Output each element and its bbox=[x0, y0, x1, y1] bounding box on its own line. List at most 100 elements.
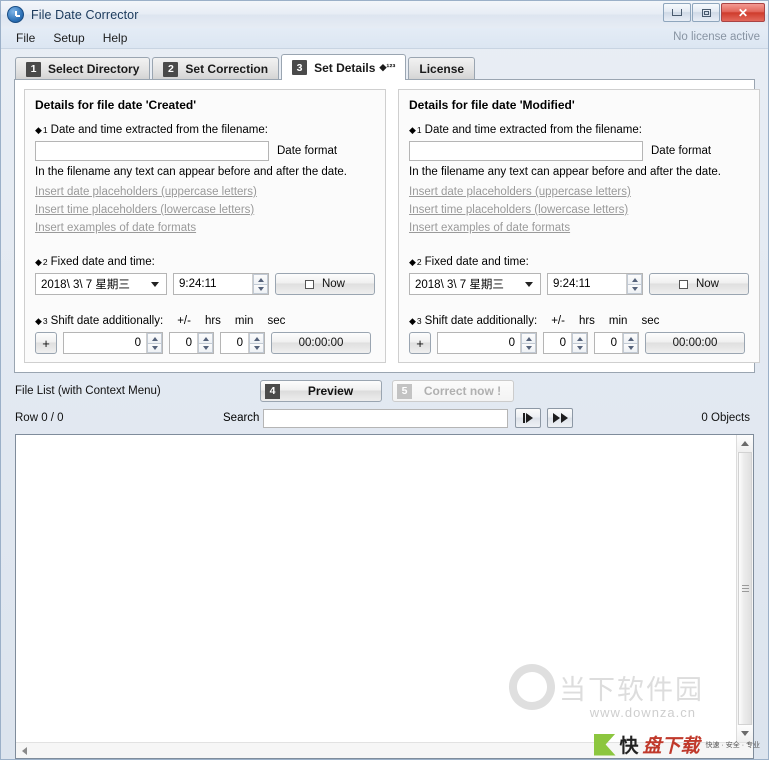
link-insert-date-format-examples-modified[interactable]: Insert examples of date formats bbox=[409, 222, 570, 234]
correct-now-button-label: Correct now ! bbox=[423, 384, 502, 398]
filename-pattern-input-modified[interactable] bbox=[409, 141, 643, 161]
panel-modified: Details for file date 'Modified' ◆ 1 Dat… bbox=[398, 89, 760, 363]
link-insert-time-placeholders-created[interactable]: Insert time placeholders (lowercase lett… bbox=[35, 204, 254, 216]
shift-minutes-spinner[interactable] bbox=[197, 333, 213, 353]
tab-set-details[interactable]: 3 Set Details ◆¹²³ bbox=[281, 54, 407, 80]
now-button-modified[interactable]: Now bbox=[649, 273, 749, 295]
caret-left-icon bbox=[22, 746, 27, 755]
shift-seconds-spinner[interactable] bbox=[248, 333, 264, 353]
time-picker-modified[interactable]: 9:24:11 bbox=[547, 273, 643, 295]
menu-item-help[interactable]: Help bbox=[94, 29, 137, 47]
time-spinner-created[interactable] bbox=[252, 274, 268, 294]
spinner-up-button[interactable] bbox=[627, 274, 642, 284]
shift-seconds-stepper-modified[interactable]: 0 bbox=[594, 332, 639, 354]
caret-down-icon bbox=[151, 346, 158, 350]
spinner-up-button[interactable] bbox=[198, 333, 213, 343]
section-fixed-datetime-label-created: ◆ 2 Fixed date and time: bbox=[35, 256, 375, 268]
spinner-up-button[interactable] bbox=[147, 333, 162, 343]
horizontal-scrollbar[interactable] bbox=[16, 742, 753, 758]
close-button[interactable]: ✕ bbox=[721, 3, 765, 22]
spinner-down-button[interactable] bbox=[623, 343, 638, 353]
link-insert-date-placeholders-created[interactable]: Insert date placeholders (uppercase lett… bbox=[35, 186, 257, 198]
file-list-canvas[interactable]: 当下软件园 www.downza.cn bbox=[16, 435, 736, 742]
diamond-icon: ◆ bbox=[409, 125, 416, 135]
shift-minutes-stepper-modified[interactable]: 0 bbox=[543, 332, 588, 354]
shift-unit-sign: +/- bbox=[551, 315, 565, 327]
link-insert-date-format-examples-created[interactable]: Insert examples of date formats bbox=[35, 222, 196, 234]
triangle-right-icon bbox=[552, 413, 560, 423]
maximize-button[interactable] bbox=[692, 3, 720, 22]
preview-button[interactable]: 4 Preview bbox=[260, 380, 382, 402]
go-forward-button[interactable] bbox=[547, 408, 573, 428]
spinner-down-button[interactable] bbox=[249, 343, 264, 353]
maximize-icon bbox=[701, 8, 711, 17]
file-list-toolbar: File List (with Context Menu) 4 Preview … bbox=[1, 377, 768, 405]
shift-sign-toggle-modified[interactable]: + bbox=[409, 332, 431, 354]
panel-title-modified: Details for file date 'Modified' bbox=[409, 98, 575, 112]
objects-count-text: 0 Objects bbox=[701, 412, 750, 424]
filename-pattern-row-created: Date format bbox=[35, 141, 375, 161]
menu-item-file[interactable]: File bbox=[7, 29, 44, 47]
watermark-logo-icon bbox=[504, 659, 560, 715]
shift-hours-spinner[interactable] bbox=[520, 333, 536, 353]
shift-sign-toggle-created[interactable]: + bbox=[35, 332, 57, 354]
caret-up-icon bbox=[631, 277, 638, 282]
link-insert-time-placeholders-modified[interactable]: Insert time placeholders (lowercase lett… bbox=[409, 204, 628, 216]
diamond-icon: ◆ bbox=[35, 125, 42, 135]
scroll-down-button[interactable] bbox=[737, 725, 753, 742]
filename-hint-modified: In the filename any text can appear befo… bbox=[409, 166, 721, 178]
caret-up-icon bbox=[627, 336, 634, 341]
scroll-up-button[interactable] bbox=[737, 435, 753, 452]
shift-hours-stepper-modified[interactable]: 0 bbox=[437, 332, 537, 354]
scrollbar-thumb[interactable] bbox=[738, 452, 752, 725]
spinner-up-button[interactable] bbox=[521, 333, 536, 343]
now-button-created[interactable]: Now bbox=[275, 273, 375, 295]
search-input[interactable] bbox=[263, 408, 508, 428]
section-number: 2 bbox=[416, 257, 422, 267]
link-insert-date-placeholders-modified[interactable]: Insert date placeholders (uppercase lett… bbox=[409, 186, 631, 198]
tab-select-directory[interactable]: 1 Select Directory bbox=[15, 57, 151, 80]
shift-minutes-spinner[interactable] bbox=[571, 333, 587, 353]
spinner-down-button[interactable] bbox=[198, 343, 213, 353]
shift-seconds-spinner[interactable] bbox=[622, 333, 638, 353]
spinner-up-button[interactable] bbox=[623, 333, 638, 343]
menu-item-setup[interactable]: Setup bbox=[44, 29, 93, 47]
shift-hours-stepper-created[interactable]: 0 bbox=[63, 332, 163, 354]
spinner-up-button[interactable] bbox=[253, 274, 268, 284]
shift-seconds-value: 0 bbox=[610, 337, 617, 349]
time-spinner-modified[interactable] bbox=[626, 274, 642, 294]
spinner-down-button[interactable] bbox=[627, 284, 642, 294]
shift-unit-min: min bbox=[608, 315, 628, 327]
time-picker-value: 9:24:11 bbox=[553, 278, 591, 290]
shift-minutes-stepper-created[interactable]: 0 bbox=[169, 332, 214, 354]
spinner-up-button[interactable] bbox=[572, 333, 587, 343]
scroll-left-button[interactable] bbox=[16, 743, 33, 758]
section-label: Fixed date and time: bbox=[50, 256, 155, 268]
spinner-down-button[interactable] bbox=[253, 284, 268, 294]
tab-set-correction[interactable]: 2 Set Correction bbox=[152, 57, 280, 80]
filename-pattern-row-modified: Date format bbox=[409, 141, 749, 161]
section-number: 3 bbox=[42, 316, 48, 326]
correct-now-button[interactable]: 5 Correct now ! bbox=[392, 380, 514, 402]
minimize-button[interactable] bbox=[663, 3, 691, 22]
filename-pattern-input-created[interactable] bbox=[35, 141, 269, 161]
checkbox-icon bbox=[678, 279, 688, 289]
shift-seconds-stepper-created[interactable]: 0 bbox=[220, 332, 265, 354]
fixed-datetime-row-modified: 2018\ 3\ 7 星期三 9:24:11 Now bbox=[409, 273, 749, 295]
time-picker-created[interactable]: 9:24:11 bbox=[173, 273, 269, 295]
date-picker-created[interactable]: 2018\ 3\ 7 星期三 bbox=[35, 273, 167, 295]
chevron-down-icon bbox=[525, 281, 533, 287]
shift-total-display-created[interactable]: 00:00:00 bbox=[271, 332, 371, 354]
tab-license[interactable]: License bbox=[408, 57, 476, 80]
date-picker-modified[interactable]: 2018\ 3\ 7 星期三 bbox=[409, 273, 541, 295]
spinner-down-button[interactable] bbox=[147, 343, 162, 353]
spinner-up-button[interactable] bbox=[249, 333, 264, 343]
spinner-down-button[interactable] bbox=[521, 343, 536, 353]
vertical-scrollbar[interactable] bbox=[736, 435, 753, 742]
shift-total-display-modified[interactable]: 00:00:00 bbox=[645, 332, 745, 354]
shift-hours-spinner[interactable] bbox=[146, 333, 162, 353]
section-label: Shift date additionally: bbox=[50, 315, 164, 327]
spinner-down-button[interactable] bbox=[572, 343, 587, 353]
go-to-first-button[interactable] bbox=[515, 408, 541, 428]
